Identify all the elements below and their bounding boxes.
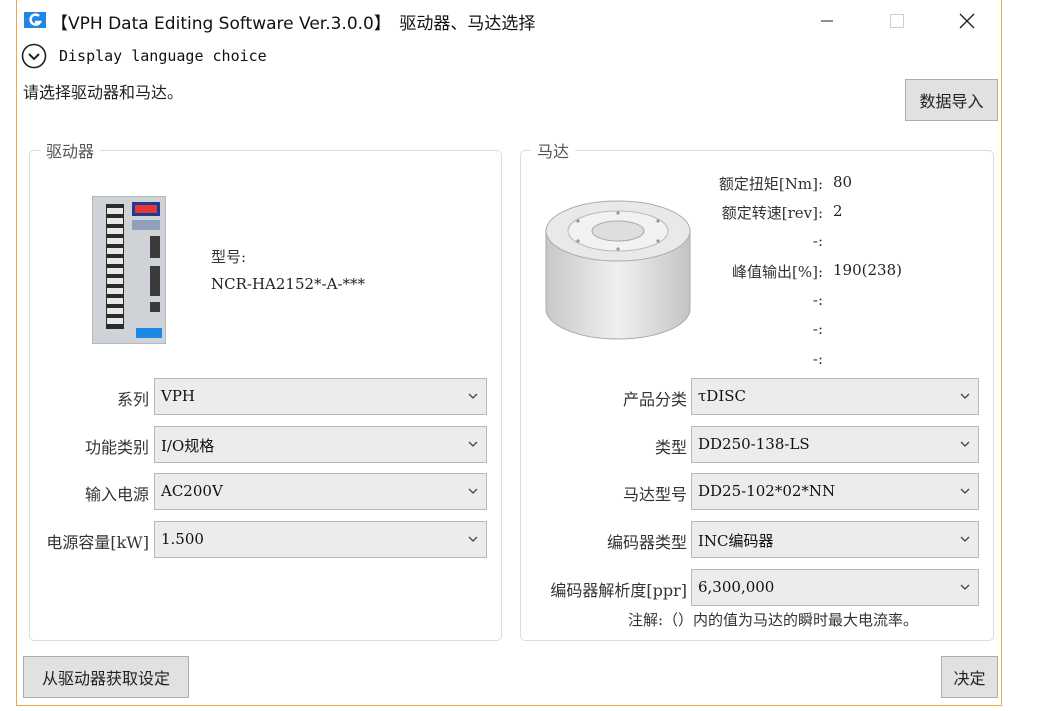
footnote-text: 注解:（）内的值为马达的瞬时最大电流率。: [628, 611, 919, 629]
power-capacity-select[interactable]: 1.500: [154, 521, 487, 558]
app-icon: [24, 12, 46, 28]
title-bar[interactable]: 【VPH Data Editing Software Ver.3.0.0】 驱动…: [17, 0, 1001, 40]
close-icon: [959, 13, 975, 29]
input-power-label: 输入电源: [84, 485, 149, 504]
spec-blank-label-4: -:: [812, 350, 823, 368]
encoder-resolution-label: 编码器解析度[ppr]: [550, 581, 687, 600]
driver-model-value: NCR-HA2152*-A-***: [211, 275, 366, 293]
spec-blank-label-3: -:: [812, 320, 823, 338]
spec-blank-label-1: -:: [812, 232, 823, 250]
import-data-button[interactable]: 数据导入: [905, 79, 998, 121]
chevron-down-icon: [960, 393, 970, 399]
encoder-resolution-value: 6,300,000: [698, 578, 775, 596]
motor-model-select[interactable]: DD25-102*02*NN: [691, 473, 979, 510]
input-power-select[interactable]: AC200V: [154, 473, 487, 510]
motor-group: 马达 额定扭矩[Nm]: 80 额定转速[rev]: 2 -: 峰值输出[%]:…: [520, 138, 994, 641]
motor-group-title: 马达: [531, 138, 576, 162]
encoder-type-value: INC编码器: [698, 532, 774, 550]
series-label: 系列: [116, 390, 149, 409]
chevron-down-icon: [468, 488, 478, 494]
peak-output-value: 190(238): [833, 261, 902, 279]
rated-speed-value: 2: [833, 202, 843, 220]
product-category-select[interactable]: τDISC: [691, 378, 979, 415]
language-label: Display language choice: [59, 47, 267, 65]
power-capacity-label: 电源容量[kW]: [46, 533, 149, 552]
driver-group: 驱动器 型号: NCR-HA2152*-A-*** 系列 VPH 功能类别 I/…: [29, 138, 502, 641]
maximize-button[interactable]: [875, 6, 919, 36]
motor-type-select[interactable]: DD250-138-LS: [691, 426, 979, 463]
minimize-button[interactable]: [805, 6, 849, 36]
rated-torque-value: 80: [833, 173, 853, 191]
driver-group-title: 驱动器: [40, 138, 101, 162]
chevron-down-icon: [468, 393, 478, 399]
power-capacity-value: 1.500: [161, 530, 204, 548]
chevron-down-icon: [960, 536, 970, 542]
series-value: VPH: [161, 387, 196, 405]
series-select[interactable]: VPH: [154, 378, 487, 415]
chevron-down-icon: [960, 584, 970, 590]
motor-image: [545, 200, 691, 340]
chevron-down-icon: [468, 441, 478, 447]
language-toggle[interactable]: Display language choice: [21, 43, 267, 69]
maximize-icon: [890, 14, 904, 28]
peak-output-label: 峰值输出[%]:: [731, 263, 823, 281]
driver-model-caption: 型号:: [211, 248, 247, 266]
dialog-window: 【VPH Data Editing Software Ver.3.0.0】 驱动…: [16, 0, 1002, 706]
servo-drive-image: [92, 196, 166, 344]
chevron-down-icon: [960, 441, 970, 447]
function-type-label: 功能类别: [84, 438, 149, 457]
chevron-down-icon: [468, 536, 478, 542]
product-category-label: 产品分类: [622, 390, 687, 409]
encoder-resolution-select[interactable]: 6,300,000: [691, 569, 979, 606]
close-button[interactable]: [945, 6, 989, 36]
rated-speed-label: 额定转速[rev]:: [721, 204, 823, 222]
motor-type-value: DD250-138-LS: [698, 435, 810, 453]
rated-torque-label: 额定扭矩[Nm]:: [718, 175, 823, 193]
product-category-value: τDISC: [698, 387, 747, 405]
function-type-select[interactable]: I/O规格: [154, 426, 487, 463]
encoder-type-select[interactable]: INC编码器: [691, 521, 979, 558]
confirm-button[interactable]: 决定: [941, 656, 998, 698]
input-power-value: AC200V: [161, 482, 223, 500]
encoder-type-label: 编码器类型: [606, 533, 687, 552]
minimize-icon: [821, 20, 833, 22]
chevron-down-icon: [960, 488, 970, 494]
motor-model-label: 马达型号: [622, 485, 687, 504]
load-from-drive-button[interactable]: 从驱动器获取设定: [23, 656, 189, 698]
window-title: 【VPH Data Editing Software Ver.3.0.0】 驱动…: [51, 14, 536, 34]
motor-model-value: DD25-102*02*NN: [698, 482, 836, 500]
function-type-value: I/O规格: [161, 437, 215, 455]
chevron-down-circle-icon[interactable]: [21, 43, 47, 69]
motor-type-label: 类型: [654, 438, 687, 457]
instruction-text: 请选择驱动器和马达。: [23, 83, 184, 102]
spec-blank-label-2: -:: [812, 291, 823, 309]
